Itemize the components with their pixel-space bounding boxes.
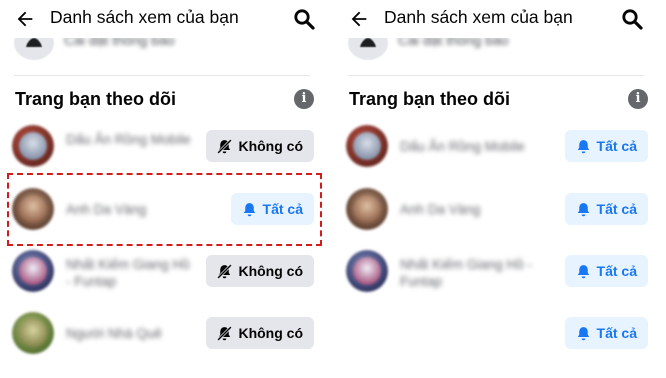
- page-avatar: [346, 188, 388, 230]
- search-icon[interactable]: [620, 7, 644, 31]
- info-icon[interactable]: i: [294, 89, 314, 109]
- notification-setting-button[interactable]: Không có: [206, 130, 314, 162]
- page-avatar: [12, 312, 54, 354]
- page-name: Anh Da Vàng: [66, 202, 147, 217]
- app-header: Danh sách xem của bạn: [0, 0, 324, 38]
- bell-off-icon: [217, 138, 233, 154]
- page-name: Anh Da Vàng: [400, 202, 481, 217]
- notification-setting-button[interactable]: Không có: [206, 317, 314, 349]
- notification-setting-button[interactable]: Tất cả: [230, 193, 314, 225]
- bell-icon: [577, 202, 589, 216]
- notification-setting-button[interactable]: Không có: [206, 255, 314, 287]
- page-name: Nhất Kiếm Giang Hồ - Funtap: [66, 257, 190, 289]
- notification-setting-label: Tất cả: [596, 201, 637, 217]
- page-avatar: [12, 250, 54, 292]
- page-name: Người Nhà Quê: [66, 326, 162, 341]
- bell-off-icon: [217, 325, 233, 341]
- notification-setting-label: Tất cả: [262, 201, 303, 217]
- followed-page-row[interactable]: Dấu Ấn Rồng Mobile Tất cả: [334, 115, 658, 177]
- page-avatar: [346, 250, 388, 292]
- notification-setting-label: Không có: [238, 263, 303, 279]
- info-icon[interactable]: i: [628, 89, 648, 109]
- followed-page-row[interactable]: Tất cả: [334, 302, 658, 364]
- notification-setting-button[interactable]: Tất cả: [564, 130, 648, 162]
- page-name: Dấu Ấn Rồng Mobile: [400, 139, 525, 154]
- section-heading: Trang bạn theo dõi: [349, 89, 510, 109]
- followed-page-row[interactable]: Anh Da Vàng Tất cả: [0, 178, 324, 240]
- page-name: Dấu Ấn Rồng Mobile: [66, 132, 191, 147]
- comparison-canvas: Danh sách xem của bạn Cài đặt thông báo …: [0, 0, 666, 378]
- notification-setting-label: Không có: [238, 325, 303, 341]
- watchlist-panel-before: Danh sách xem của bạn Cài đặt thông báo …: [0, 0, 324, 378]
- notification-setting-label: Tất cả: [596, 325, 637, 341]
- followed-page-row[interactable]: Nhất Kiếm Giang Hồ - Funtap Tất cả: [334, 240, 658, 302]
- notification-setting-button[interactable]: Tất cả: [564, 255, 648, 287]
- bell-icon: [577, 326, 589, 340]
- page-name: Nhất Kiếm Giang Hồ - Funtap: [400, 257, 533, 289]
- section-heading: Trang bạn theo dõi: [15, 89, 176, 109]
- page-title: Danh sách xem của bạn: [50, 7, 239, 27]
- notification-setting-label: Tất cả: [596, 138, 637, 154]
- notification-setting-button[interactable]: Tất cả: [564, 317, 648, 349]
- search-icon[interactable]: [292, 7, 316, 31]
- app-header: Danh sách xem của bạn: [334, 0, 658, 38]
- page-title: Danh sách xem của bạn: [384, 7, 573, 27]
- page-avatar: [346, 125, 388, 167]
- notification-setting-button[interactable]: Tất cả: [564, 193, 648, 225]
- bell-icon: [577, 264, 589, 278]
- bell-icon: [243, 202, 255, 216]
- followed-page-row[interactable]: Nhất Kiếm Giang Hồ - Funtap Không có: [0, 240, 324, 302]
- notification-setting-label: Không có: [238, 138, 303, 154]
- bell-off-icon: [217, 263, 233, 279]
- page-avatar: [12, 125, 54, 167]
- followed-page-row[interactable]: Dấu Ấn Rồng Mobile Không có: [0, 115, 324, 177]
- page-avatar: [12, 188, 54, 230]
- followed-page-row[interactable]: Anh Da Vàng Tất cả: [334, 178, 658, 240]
- bell-icon: [577, 139, 589, 153]
- back-arrow-icon[interactable]: [348, 8, 370, 30]
- followed-page-row[interactable]: Người Nhà Quê Không có: [0, 302, 324, 364]
- section-divider: [348, 75, 644, 76]
- watchlist-panel-after: Danh sách xem của bạn Cài đặt thông báo …: [334, 0, 658, 378]
- notification-setting-label: Tất cả: [596, 263, 637, 279]
- section-divider: [14, 75, 310, 76]
- back-arrow-icon[interactable]: [14, 8, 36, 30]
